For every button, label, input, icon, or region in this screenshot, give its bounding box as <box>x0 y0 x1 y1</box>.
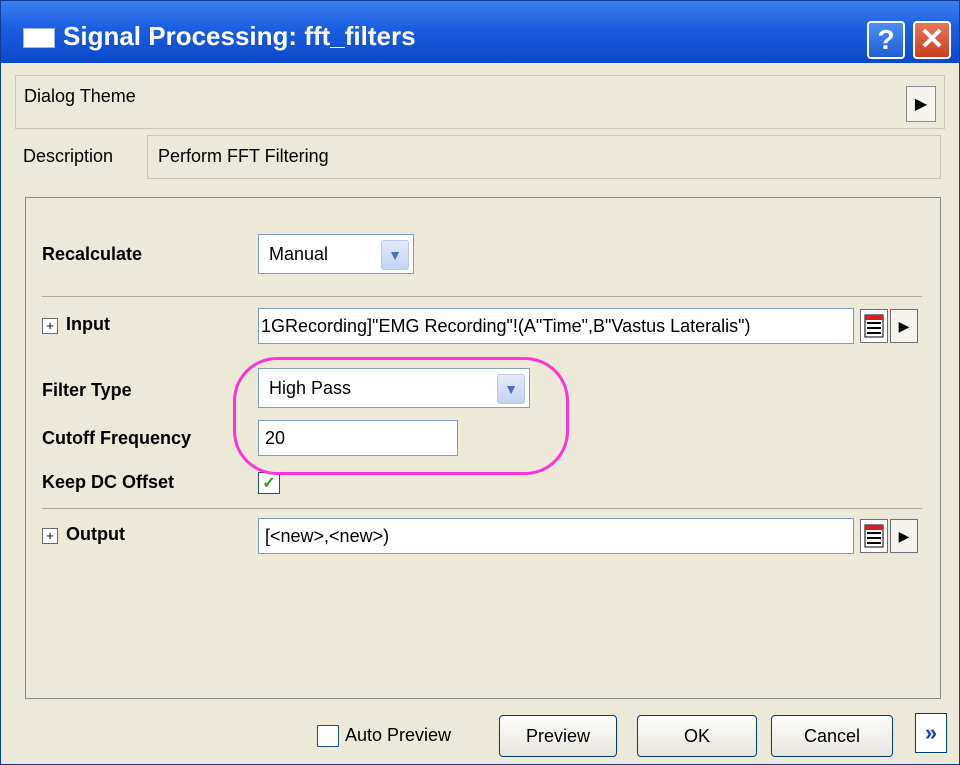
description-text: Perform FFT Filtering <box>158 146 329 166</box>
cancel-button[interactable]: Cancel <box>771 715 893 757</box>
separator <box>42 508 922 509</box>
output-browse-button[interactable] <box>860 519 888 553</box>
output-menu-button[interactable]: ▶ <box>890 519 918 553</box>
chevron-down-icon[interactable]: ▼ <box>381 240 409 270</box>
auto-preview-checkbox[interactable] <box>317 725 339 747</box>
description-label: Description <box>23 146 114 166</box>
dialog-theme-arrow-button[interactable]: ▶ <box>906 86 936 122</box>
auto-preview-label: Auto Preview <box>345 725 452 745</box>
output-label: Output <box>66 524 125 544</box>
more-options-button[interactable]: » <box>915 713 947 753</box>
window-icon <box>23 28 55 48</box>
filter-type-label: Filter Type <box>42 380 132 400</box>
recalculate-label: Recalculate <box>42 244 143 264</box>
separator <box>42 296 922 297</box>
input-browse-button[interactable] <box>860 309 888 343</box>
help-button[interactable]: ? <box>867 21 905 59</box>
output-field[interactable]: [<new>,<new>) <box>258 518 854 554</box>
dialog-window: Signal Processing: fft_filters ? ✕ Dialo… <box>0 0 960 765</box>
cutoff-frequency-label: Cutoff Frequency <box>42 428 192 448</box>
input-field[interactable]: 1GRecording]"EMG Recording"!(A"Time",B"V… <box>258 308 854 344</box>
output-expand-icon[interactable]: + <box>42 528 58 544</box>
keep-dc-offset-checkbox[interactable]: ✓ <box>258 472 280 494</box>
worksheet-select-icon <box>864 524 884 548</box>
dialog-theme-label: Dialog Theme <box>24 86 136 106</box>
worksheet-select-icon <box>864 314 884 338</box>
window-title: Signal Processing: fft_filters <box>63 21 416 51</box>
description-field: Perform FFT Filtering <box>147 135 941 179</box>
recalculate-value: Manual <box>269 244 329 264</box>
input-value: 1GRecording]"EMG Recording"!(A"Time",B"V… <box>261 316 751 336</box>
preview-button[interactable]: Preview <box>499 715 617 757</box>
input-label: Input <box>66 314 110 334</box>
title-bar[interactable]: Signal Processing: fft_filters ? ✕ <box>1 1 959 63</box>
ok-button[interactable]: OK <box>637 715 757 757</box>
input-menu-button[interactable]: ▶ <box>890 309 918 343</box>
close-button[interactable]: ✕ <box>913 21 951 59</box>
recalculate-dropdown[interactable]: Manual ▼ <box>258 234 414 274</box>
output-value: [<new>,<new>) <box>265 526 390 546</box>
dialog-theme-bar: Dialog Theme ▶ <box>15 75 945 129</box>
input-expand-icon[interactable]: + <box>42 318 58 334</box>
keep-dc-offset-label: Keep DC Offset <box>42 472 175 492</box>
highlight-ellipse <box>233 357 569 475</box>
